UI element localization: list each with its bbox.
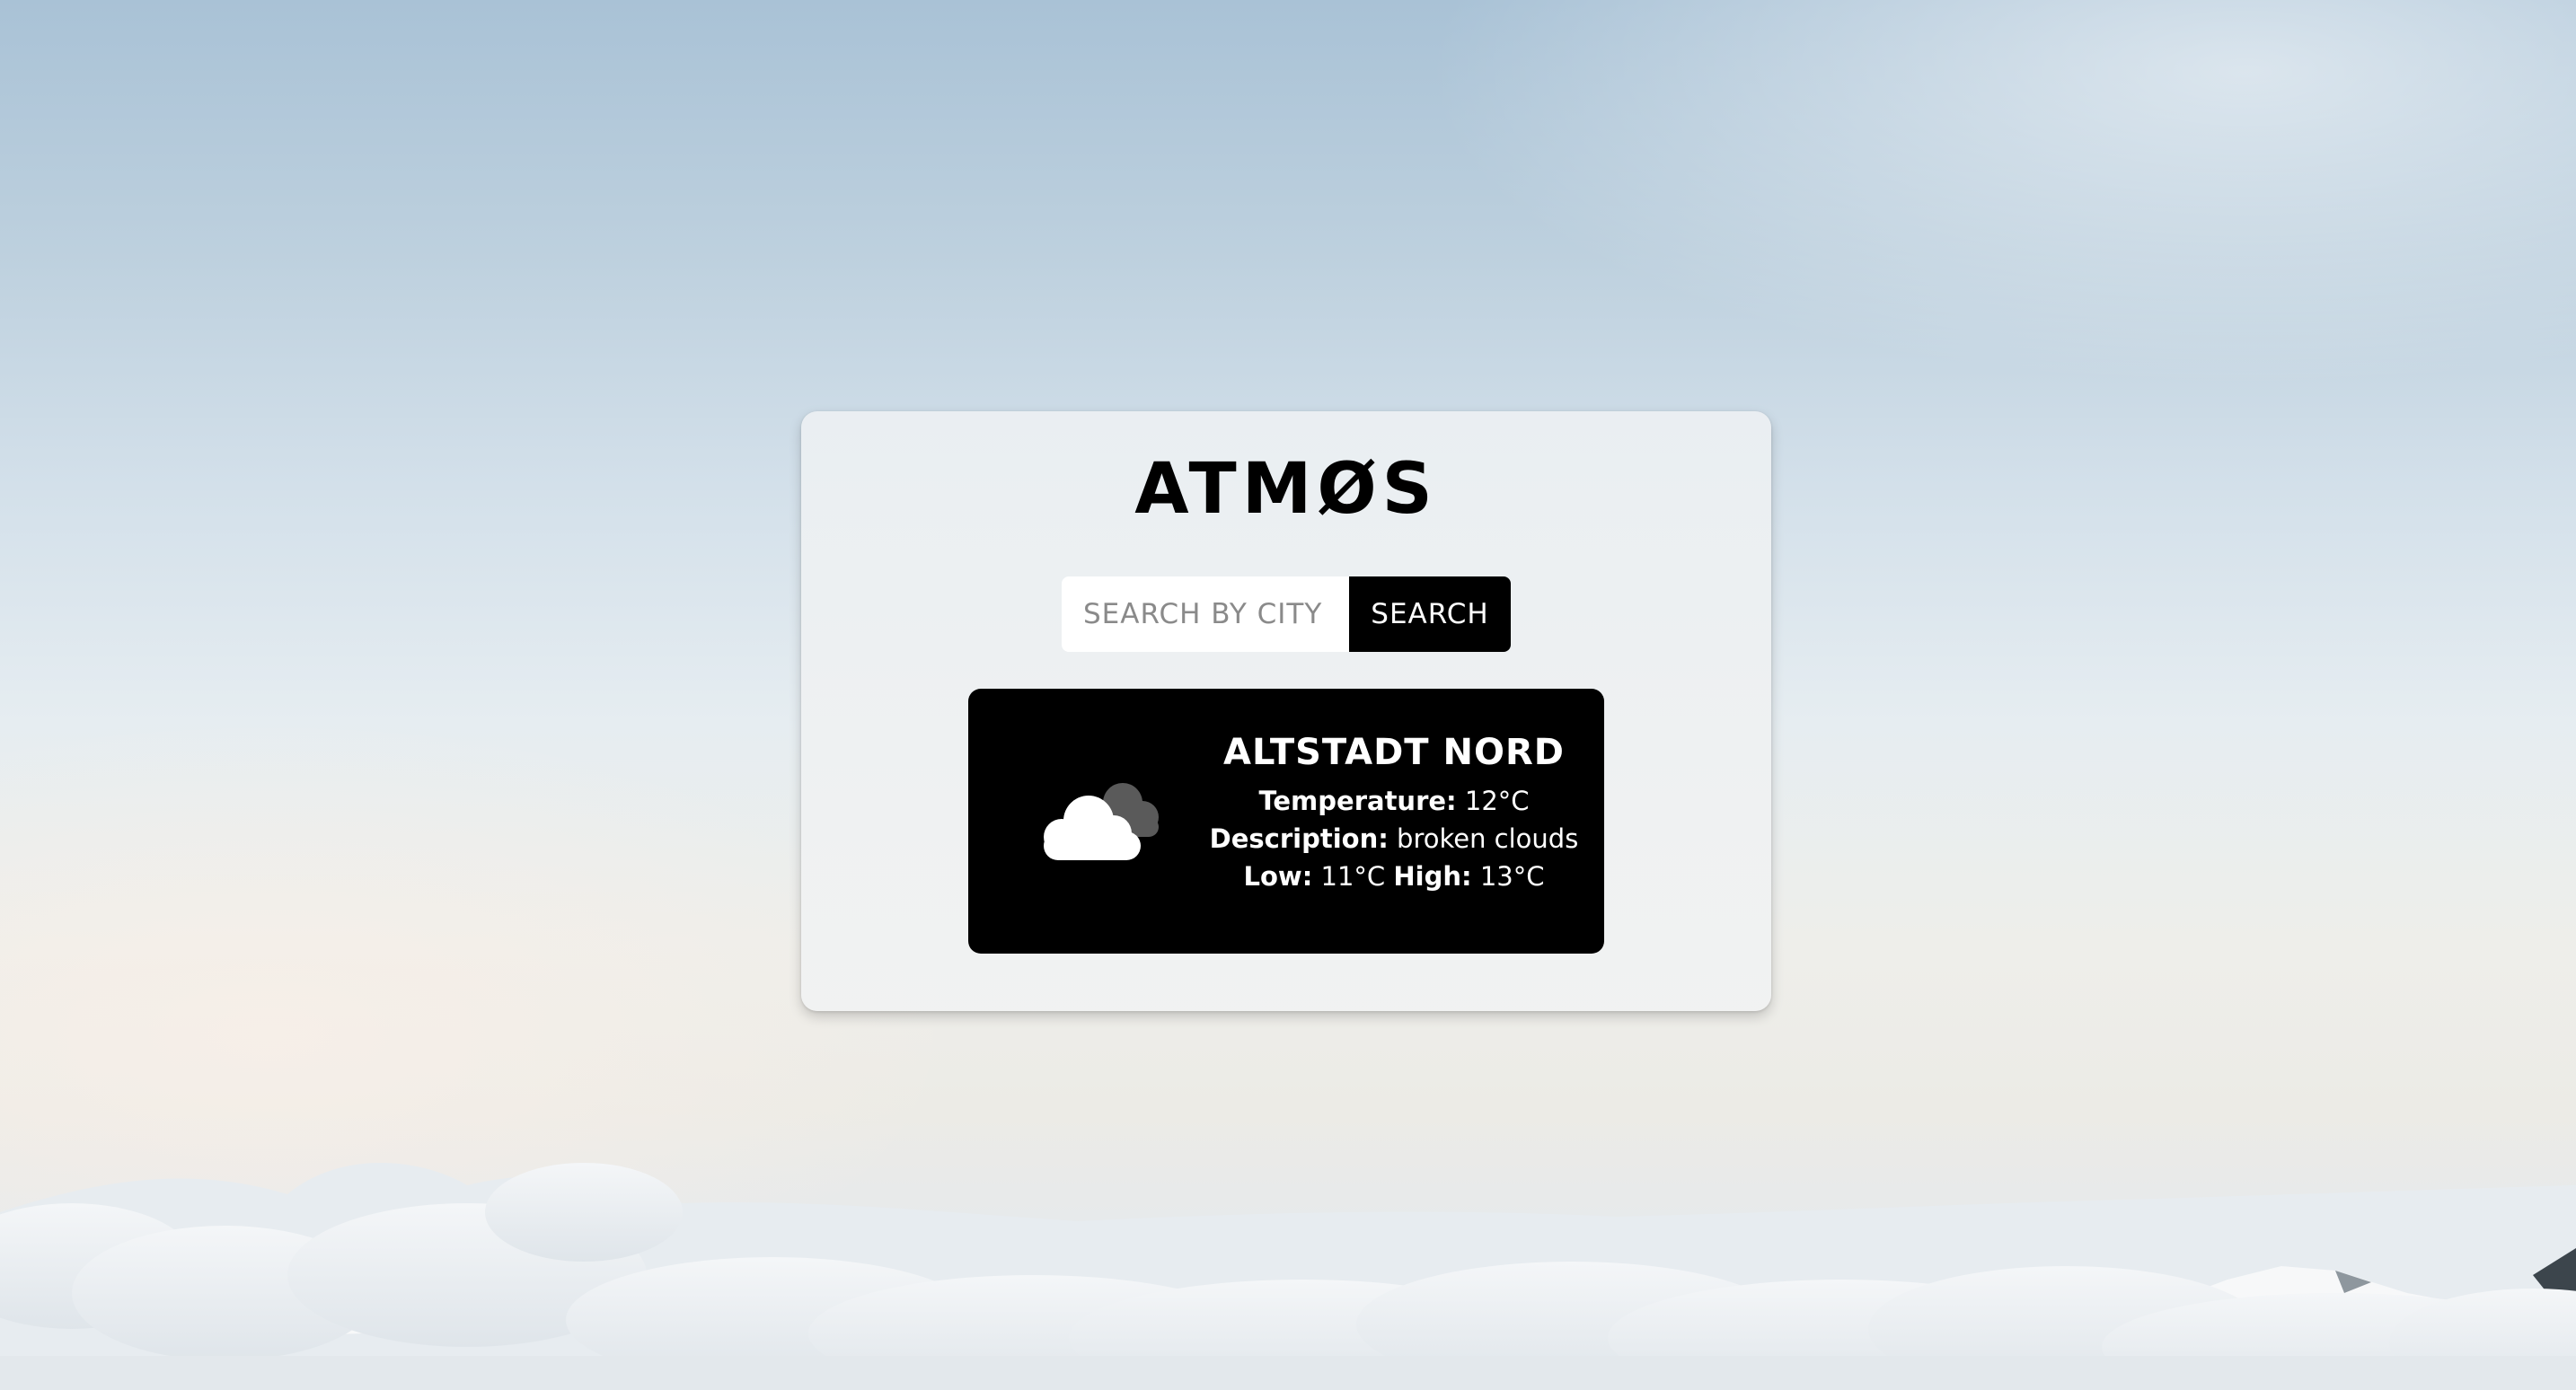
low-value: 11°C bbox=[1320, 861, 1386, 892]
city-name: ALTSTADT NORD bbox=[1223, 732, 1565, 773]
temperature-value: 12°C bbox=[1464, 786, 1530, 816]
low-label: Low: bbox=[1243, 861, 1313, 892]
description-row: Description: broken clouds bbox=[1205, 820, 1583, 858]
low-high-row: Low: 11°C High: 13°C bbox=[1205, 858, 1583, 895]
weather-result-panel: ALTSTADT NORD Temperature: 12°C Descript… bbox=[968, 689, 1604, 954]
cloud-mountain-scenery bbox=[0, 1163, 2576, 1390]
high-label: High: bbox=[1393, 861, 1472, 892]
weather-details: ALTSTADT NORD Temperature: 12°C Descript… bbox=[1205, 730, 1583, 895]
broken-clouds-icon bbox=[1044, 783, 1159, 860]
page-background: { "app": { "title": "ATMØS" }, "search":… bbox=[0, 0, 2576, 1390]
search-button[interactable]: SEARCH bbox=[1349, 576, 1511, 652]
description-label: Description: bbox=[1209, 823, 1389, 854]
weather-card: ATMØS SEARCH ALTSTADT NORD Temperature: … bbox=[801, 411, 1771, 1011]
high-value: 13°C bbox=[1479, 861, 1545, 892]
app-title: ATMØS bbox=[1134, 449, 1438, 530]
city-search-input[interactable] bbox=[1062, 576, 1351, 652]
description-value: broken clouds bbox=[1397, 823, 1579, 854]
temperature-row: Temperature: 12°C bbox=[1205, 782, 1583, 820]
temperature-label: Temperature: bbox=[1258, 786, 1457, 816]
